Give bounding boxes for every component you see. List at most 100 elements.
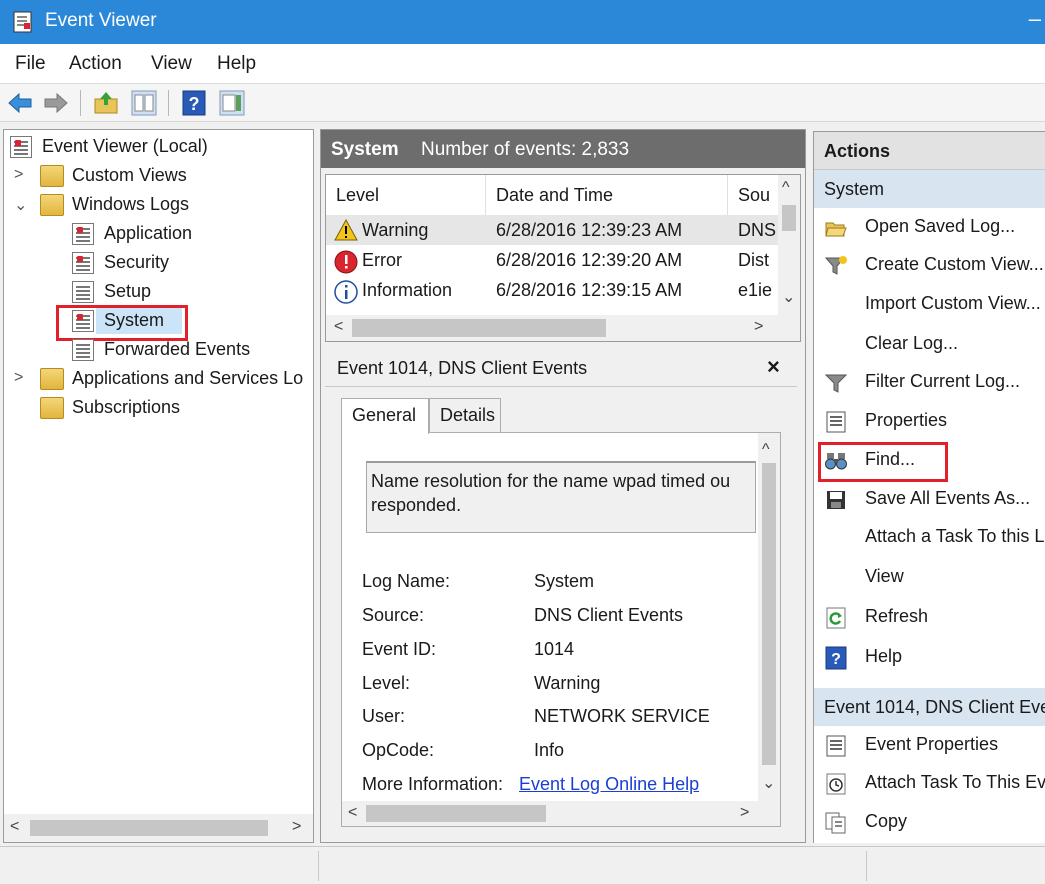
scroll-up-icon[interactable]: ^ (782, 179, 790, 197)
scrollbar-thumb[interactable] (352, 319, 606, 337)
task-clock-icon (824, 772, 848, 796)
tab-details[interactable]: Details (429, 398, 501, 432)
tree-item-subscriptions[interactable]: Subscriptions (8, 394, 308, 422)
tree-item-forwarded-events[interactable]: Forwarded Events (8, 336, 308, 364)
chevron-right-icon[interactable]: > (14, 369, 23, 387)
column-date-time[interactable]: Date and Time (486, 175, 728, 215)
event-list-vertical-scrollbar[interactable]: ^ ⌄ (778, 175, 800, 315)
action-view[interactable]: View (814, 560, 1045, 596)
actions-section-event[interactable]: Event 1014, DNS Client Events (814, 688, 1045, 726)
scrollbar-thumb[interactable] (782, 205, 796, 231)
folder-icon (40, 368, 64, 390)
tree-item-security[interactable]: Security (8, 249, 308, 277)
scroll-left-icon[interactable]: < (348, 804, 357, 822)
tree-item-custom-views[interactable]: > Custom Views (8, 162, 308, 190)
scrollbar-thumb[interactable] (762, 463, 776, 765)
event-description: Name resolution for the name wpad timed … (366, 461, 756, 533)
scroll-left-icon[interactable]: < (10, 818, 19, 836)
forward-arrow-icon[interactable] (42, 89, 70, 117)
prop-value-event-id: 1014 (534, 639, 575, 659)
action-create-custom-view[interactable]: Create Custom View... (814, 248, 1045, 284)
warning-icon (334, 218, 358, 242)
event-detail-title: Event 1014, DNS Client Events (337, 358, 588, 378)
properties-icon (824, 734, 848, 758)
event-viewer-icon (10, 136, 32, 158)
window-title: Event Viewer (45, 10, 157, 31)
tree-item-applications-and-services[interactable]: > Applications and Services Lo (8, 365, 313, 393)
log-header: System Number of events: 2,833 (321, 130, 805, 168)
tree-item-setup[interactable]: Setup (8, 278, 308, 306)
filter-star-icon (824, 254, 848, 278)
help-icon[interactable]: ? (180, 89, 208, 117)
scrollbar-thumb[interactable] (366, 805, 546, 822)
back-arrow-icon[interactable] (6, 89, 34, 117)
column-source[interactable]: Sou (728, 175, 778, 215)
column-level[interactable]: Level (326, 175, 486, 215)
event-count: Number of events: 2,833 (421, 139, 630, 160)
menu-view[interactable]: View (151, 53, 192, 75)
prop-label-event-id: Event ID: (362, 639, 437, 659)
scroll-down-icon[interactable]: ⌄ (762, 773, 775, 793)
close-icon[interactable]: × (767, 354, 780, 380)
detail-vertical-scrollbar[interactable]: ^ ⌄ (758, 433, 780, 801)
action-import-custom-view[interactable]: Import Custom View... (814, 287, 1045, 323)
menu-help[interactable]: Help (217, 53, 256, 75)
log-icon (72, 339, 94, 361)
menu-bar: File Action View Help (0, 44, 1045, 84)
scrollbar-thumb[interactable] (30, 820, 268, 836)
chevron-down-icon[interactable]: ⌄ (14, 195, 27, 215)
event-viewer-icon (12, 11, 34, 33)
tree-item-application[interactable]: Application (8, 220, 308, 248)
action-clear-log[interactable]: Clear Log... (814, 327, 1045, 363)
error-icon (334, 250, 358, 274)
svg-text:?: ? (189, 94, 200, 114)
scroll-right-icon[interactable]: > (754, 318, 763, 336)
prop-value-log-name: System (534, 571, 595, 591)
action-attach-task-to-log[interactable]: Attach a Task To this Log... (814, 520, 1045, 556)
up-folder-icon[interactable] (92, 89, 120, 117)
action-save-all-events-as[interactable]: Save All Events As... (814, 482, 1045, 518)
event-row[interactable]: Information 6/28/2016 12:39:15 AM e1ie (326, 275, 778, 305)
refresh-icon (824, 606, 848, 630)
prop-label-source: Source: (362, 605, 425, 625)
action-filter-current-log[interactable]: Filter Current Log... (814, 365, 1045, 401)
folder-icon (40, 194, 64, 216)
scroll-up-icon[interactable]: ^ (762, 441, 770, 459)
highlight-box-find (818, 442, 948, 482)
show-hide-tree-icon[interactable] (130, 89, 158, 117)
action-properties[interactable]: Properties (814, 404, 1045, 440)
prop-value-user: NETWORK SERVICE (534, 706, 710, 726)
nav-horizontal-scrollbar[interactable]: < > (4, 814, 313, 842)
prop-label-level: Level: (362, 673, 411, 693)
actions-section-system[interactable]: System (814, 170, 1045, 208)
event-row[interactable]: Error 6/28/2016 12:39:20 AM Dist (326, 245, 778, 275)
scroll-down-icon[interactable]: ⌄ (782, 287, 795, 307)
chevron-right-icon[interactable]: > (14, 166, 23, 184)
show-action-pane-icon[interactable] (218, 89, 246, 117)
action-open-saved-log[interactable]: Open Saved Log... (814, 210, 1045, 246)
action-event-properties[interactable]: Event Properties (814, 728, 1045, 764)
menu-action[interactable]: Action (69, 53, 122, 75)
prop-label-user: User: (362, 706, 406, 726)
tab-general[interactable]: General (341, 398, 429, 434)
scroll-right-icon[interactable]: > (292, 818, 301, 836)
prop-value-level: Warning (534, 673, 601, 693)
action-attach-task-to-event[interactable]: Attach Task To This Event... (814, 766, 1045, 802)
general-tab-content: Name resolution for the name wpad timed … (341, 432, 781, 827)
minimize-button[interactable]: – (1025, 8, 1045, 34)
copy-icon (824, 811, 848, 835)
scroll-right-icon[interactable]: > (740, 804, 749, 822)
prop-label-log-name: Log Name: (362, 571, 451, 591)
action-help[interactable]: ? Help (814, 640, 1045, 676)
event-list-horizontal-scrollbar[interactable]: < > (326, 315, 800, 341)
prop-label-opcode: OpCode: (362, 740, 435, 760)
event-log-online-help-link[interactable]: Event Log Online Help (519, 774, 699, 795)
event-row[interactable]: Warning 6/28/2016 12:39:23 AM DNS (326, 215, 778, 245)
detail-horizontal-scrollbar[interactable]: < > (342, 801, 780, 826)
scroll-left-icon[interactable]: < (334, 318, 343, 336)
action-refresh[interactable]: Refresh (814, 600, 1045, 636)
tree-item-root[interactable]: Event Viewer (Local) (8, 133, 308, 161)
menu-file[interactable]: File (15, 53, 46, 75)
tree-item-windows-logs[interactable]: ⌄ Windows Logs (8, 191, 308, 219)
action-copy[interactable]: Copy (814, 805, 1045, 841)
